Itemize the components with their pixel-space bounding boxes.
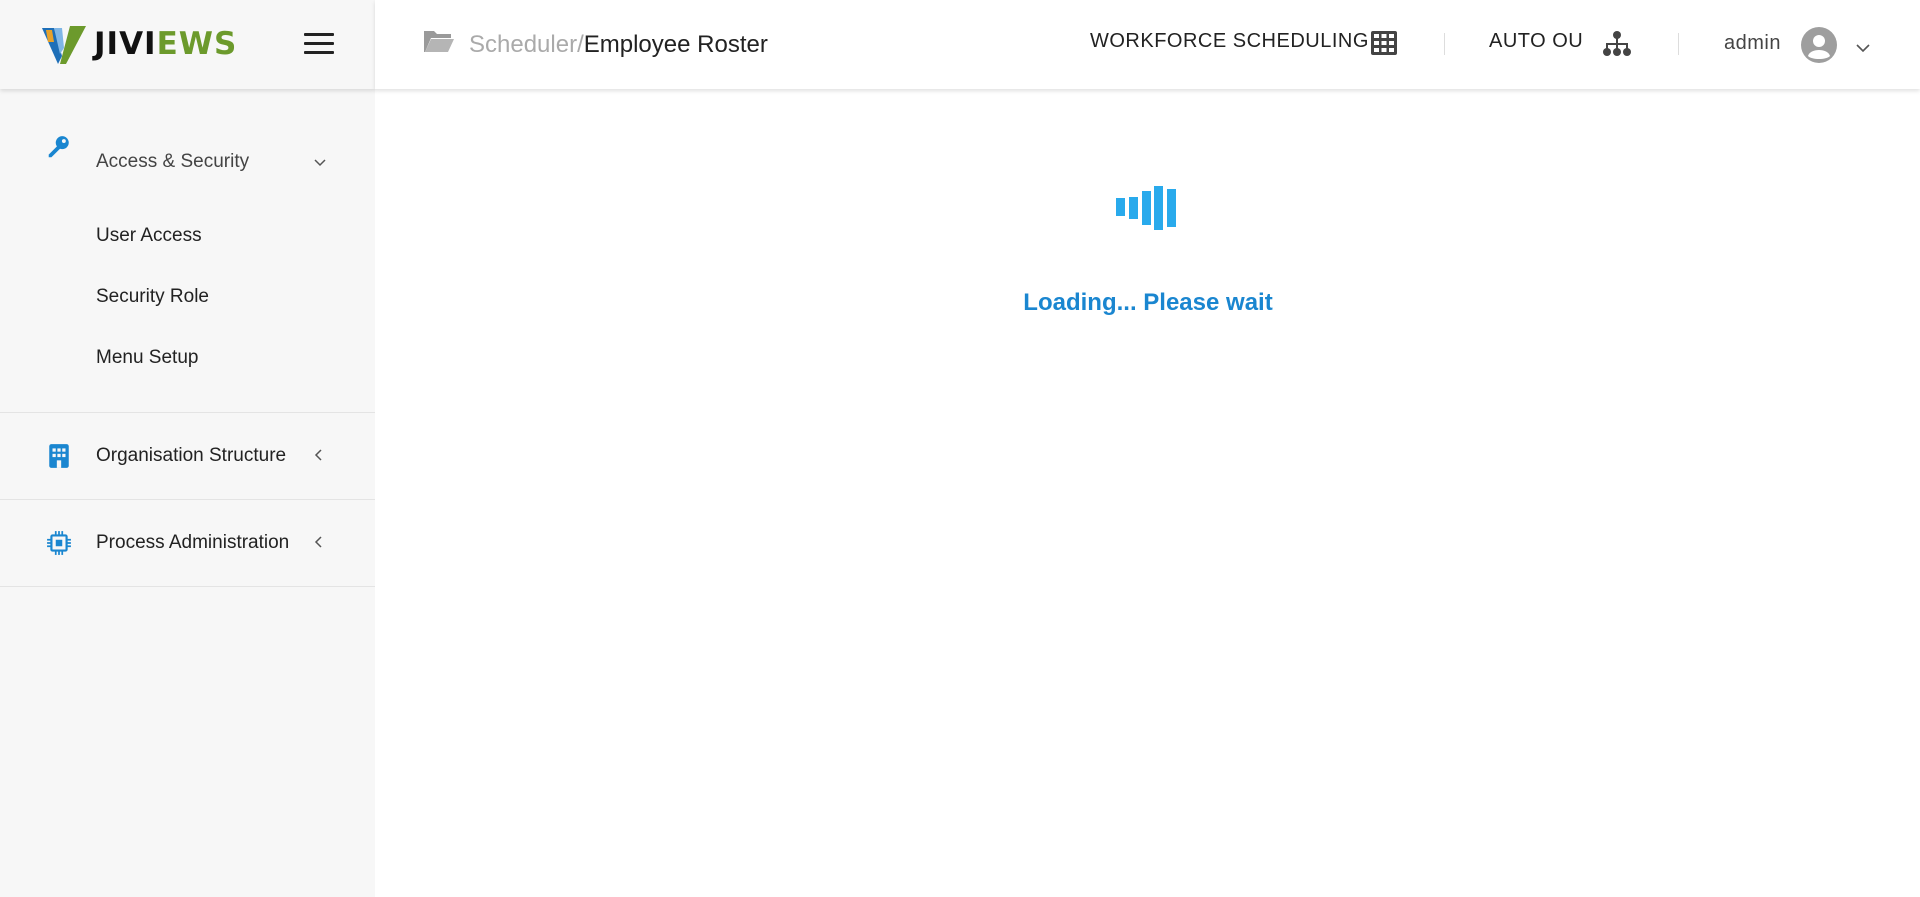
nav-section-organisation-structure: Organisation Structure [0, 413, 375, 500]
chevron-down-icon[interactable] [1856, 40, 1870, 58]
sidebar-item-access-security[interactable]: Access & Security [0, 89, 375, 205]
user-name[interactable]: admin [1724, 32, 1781, 55]
sidebar-item-label: Organisation Structure [96, 445, 287, 466]
sub-menu: User Access Security Role Menu Setup [0, 205, 375, 412]
logo[interactable]: JIVIEWS [40, 24, 237, 66]
grid-icon[interactable] [1371, 31, 1397, 60]
breadcrumb-separator: / [577, 30, 584, 58]
building-icon [46, 443, 72, 469]
nav-section-access-security: Access & Security User Access Security R… [0, 89, 375, 413]
chevron-left-icon [314, 535, 322, 551]
menu-toggle-icon[interactable] [304, 33, 334, 55]
brand-bar: JIVIEWS [0, 0, 375, 89]
brand-name-part2: EWS [156, 26, 238, 62]
loading-message: Loading... Please wait [1023, 289, 1273, 316]
brand-name-part1: JIVI [94, 26, 157, 62]
logo-mark-icon [42, 25, 86, 64]
folder-open-icon [423, 28, 455, 61]
top-bar: Scheduler / Employee Roster WORKFORCE SCHE… [375, 0, 1920, 89]
chevron-left-icon [314, 448, 322, 464]
chevron-down-icon [314, 154, 326, 170]
divider [1444, 33, 1445, 55]
sidebar: JIVIEWS Access & Security User Access Se… [0, 0, 375, 897]
sidebar-item-process-administration[interactable]: Process Administration [0, 500, 375, 586]
loading-spinner-icon [1116, 186, 1180, 230]
hierarchy-icon[interactable] [1601, 31, 1633, 62]
sidebar-item-security-role[interactable]: Security Role [0, 266, 375, 327]
sidebar-item-label: Process Administration [96, 532, 290, 553]
sidebar-item-user-access[interactable]: User Access [0, 205, 375, 266]
chip-icon [46, 530, 72, 556]
nav-section-process-administration: Process Administration [0, 500, 375, 587]
avatar[interactable] [1801, 27, 1837, 68]
divider [1678, 33, 1679, 55]
breadcrumb-parent[interactable]: Scheduler [469, 31, 577, 59]
sidebar-item-menu-setup[interactable]: Menu Setup [0, 327, 375, 388]
org-unit[interactable]: AUTO OU [1489, 30, 1583, 53]
breadcrumb-current: Employee Roster [583, 30, 768, 58]
breadcrumb: Scheduler / Employee Roster [423, 28, 768, 61]
brand-name: JIVIEWS [94, 29, 237, 60]
module-name[interactable]: WORKFORCE SCHEDULING [1090, 30, 1369, 53]
key-icon [46, 134, 72, 160]
sidebar-item-label: Access & Security [96, 151, 250, 172]
sidebar-item-organisation-structure[interactable]: Organisation Structure [0, 413, 375, 499]
